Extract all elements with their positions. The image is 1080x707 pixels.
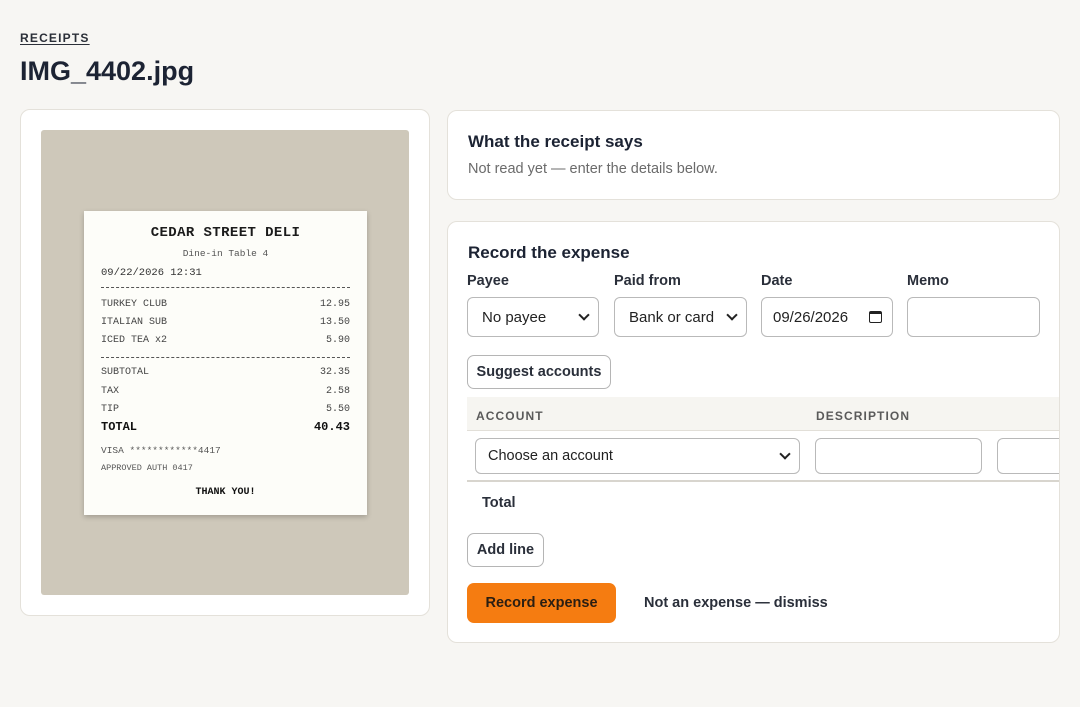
receipt-total-value: 40.43 <box>313 420 350 434</box>
calendar-icon[interactable] <box>869 311 882 323</box>
column-header-account: ACCOUNT <box>476 409 544 423</box>
record-expense-heading: Record the expense <box>468 243 630 262</box>
breadcrumb-receipts[interactable]: RECEIPTS <box>20 31 90 45</box>
page-title: IMG_4402.jpg <box>20 56 195 86</box>
receipt-item: ITALIAN SUB 13.50 <box>101 317 350 328</box>
dismiss-link[interactable]: Not an expense — dismiss <box>644 595 828 611</box>
receipt-item-price: 12.95 <box>319 299 350 310</box>
receipt-item: ICED TEA x2 5.90 <box>101 335 350 346</box>
receipt-subtotal-label: SUBTOTAL <box>101 367 150 378</box>
receipt-item-price: 5.90 <box>325 335 350 346</box>
paid-from-select-value: Bank or card <box>629 308 715 326</box>
suggest-accounts-button[interactable]: Suggest accounts <box>467 355 611 389</box>
record-expense-button[interactable]: Record expense <box>467 583 616 623</box>
receipt-image-card: CEDAR STREET DELI Dine-in Table 4 09/22/… <box>20 109 430 616</box>
receipt-tax: TAX 2.58 <box>101 386 350 397</box>
receipt-store-name: CEDAR STREET DELI <box>150 225 301 241</box>
receipt-subtitle: Dine-in Table 4 <box>182 248 269 259</box>
receipt-subtotal: SUBTOTAL 32.35 <box>101 367 350 378</box>
receipt-tax-value: 2.58 <box>325 386 350 397</box>
receipt-item-price: 13.50 <box>319 317 350 328</box>
description-input[interactable] <box>815 438 982 474</box>
receipt-item-name: TURKEY CLUB <box>101 299 168 310</box>
receipt-summary-heading: What the receipt says <box>468 132 643 151</box>
receipt-subtotal-value: 32.35 <box>319 367 350 378</box>
amount-input[interactable] <box>997 438 1059 474</box>
date-input-value: 09/26/2026 <box>773 308 849 326</box>
receipt-item-name: ICED TEA x2 <box>101 335 168 346</box>
receipt-datetime: 09/22/2026 12:31 <box>101 267 202 279</box>
receipt-thanks: THANK YOU! <box>195 487 256 498</box>
column-header-description: DESCRIPTION <box>816 409 911 423</box>
chevron-down-icon <box>578 309 590 321</box>
add-line-button[interactable]: Add line <box>467 533 544 567</box>
receipt-card: VISA ************4417 <box>101 445 221 456</box>
receipt-photo: CEDAR STREET DELI Dine-in Table 4 09/22/… <box>41 130 409 595</box>
receipt-item-name: ITALIAN SUB <box>101 317 168 328</box>
payee-label: Payee <box>467 273 509 289</box>
receipt-tip-label: TIP <box>101 404 120 415</box>
receipt-tip: TIP 5.50 <box>101 404 350 415</box>
record-expense-card: Record the expense Payee No payee Paid f… <box>447 221 1060 643</box>
paid-from-select[interactable]: Bank or card <box>614 297 747 337</box>
receipt-total-label: TOTAL <box>101 420 138 434</box>
payee-select-value: No payee <box>482 308 547 326</box>
lines-total-label: Total <box>482 495 516 511</box>
lines-table-footer-rule <box>467 480 1059 482</box>
chevron-down-icon <box>726 309 738 321</box>
paid-from-label: Paid from <box>614 273 681 289</box>
date-input[interactable]: 09/26/2026 <box>761 297 893 337</box>
receipt-item: TURKEY CLUB 12.95 <box>101 299 350 310</box>
memo-input[interactable] <box>907 297 1040 337</box>
date-label: Date <box>761 273 793 289</box>
receipt-total: TOTAL 40.43 <box>101 420 350 434</box>
receipt-divider <box>101 287 350 288</box>
receipt-summary-card: What the receipt says Not read yet — ent… <box>447 110 1060 200</box>
account-select[interactable]: Choose an account <box>475 438 800 474</box>
memo-label: Memo <box>907 273 949 289</box>
payee-select[interactable]: No payee <box>467 297 599 337</box>
receipt-summary-text: Not read yet — enter the details below. <box>468 161 718 177</box>
receipt-divider <box>101 357 350 358</box>
lines-table-header: ACCOUNT DESCRIPTION <box>467 397 1059 431</box>
receipt-tip-value: 5.50 <box>325 404 350 415</box>
receipt-tax-label: TAX <box>101 386 120 397</box>
account-select-value: Choose an account <box>488 448 613 464</box>
receipt-auth: APPROVED AUTH 0417 <box>101 463 193 473</box>
receipt-paper: CEDAR STREET DELI Dine-in Table 4 09/22/… <box>84 211 367 515</box>
chevron-down-icon <box>779 448 791 460</box>
